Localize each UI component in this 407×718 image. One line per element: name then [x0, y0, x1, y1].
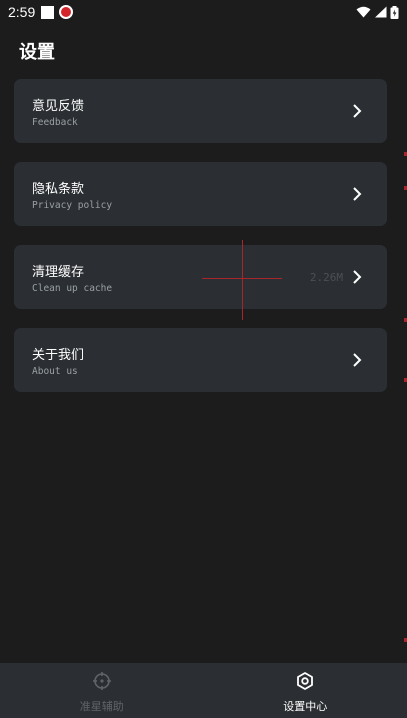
chevron-right-icon [353, 187, 362, 201]
feedback-item[interactable]: 意见反馈 Feedback [14, 79, 387, 143]
nav-crosshair-assist[interactable]: 准星辅助 [0, 663, 204, 718]
item-subtitle: Privacy policy [32, 200, 113, 211]
chevron-right-icon [353, 104, 362, 118]
privacy-policy-item[interactable]: 隐私条款 Privacy policy [14, 162, 387, 226]
item-title: 关于我们 [32, 348, 85, 363]
chevron-right-icon [353, 353, 362, 367]
item-title: 清理缓存 [32, 265, 85, 280]
wifi-icon [356, 6, 371, 18]
item-subtitle: Feedback [32, 117, 78, 128]
bottom-nav: 准星辅助 设置中心 [0, 663, 407, 718]
item-subtitle: About us [32, 366, 78, 377]
nav-label: 准星辅助 [79, 700, 124, 713]
crosshair-icon [92, 672, 111, 690]
battery-icon [390, 5, 399, 19]
nav-label: 设置中心 [283, 700, 328, 713]
crosshair-vertical-line [242, 240, 243, 320]
status-icons [356, 5, 399, 19]
status-time: 2:59 [8, 4, 36, 20]
settings-ring-icon [297, 672, 314, 690]
settings-screen: 2:59 设置 意见反馈 Feedback 隐私条款 Privacy polic… [0, 0, 407, 718]
item-subtitle: Clean up cache [32, 283, 113, 294]
notification-icon [41, 5, 55, 19]
status-bar: 2:59 [0, 0, 407, 24]
chevron-right-icon [353, 270, 362, 284]
item-title: 隐私条款 [32, 182, 85, 197]
item-title: 意见反馈 [32, 99, 85, 114]
page-title: 设置 [19, 42, 55, 63]
cache-size-value: 2.26M [309, 271, 343, 284]
clear-cache-item[interactable]: 清理缓存 Clean up cache 2.26M [14, 245, 387, 309]
nav-settings-center[interactable]: 设置中心 [204, 663, 407, 718]
signal-icon [375, 6, 387, 18]
app-notification-icon [59, 5, 74, 19]
about-us-item[interactable]: 关于我们 About us [14, 328, 387, 392]
